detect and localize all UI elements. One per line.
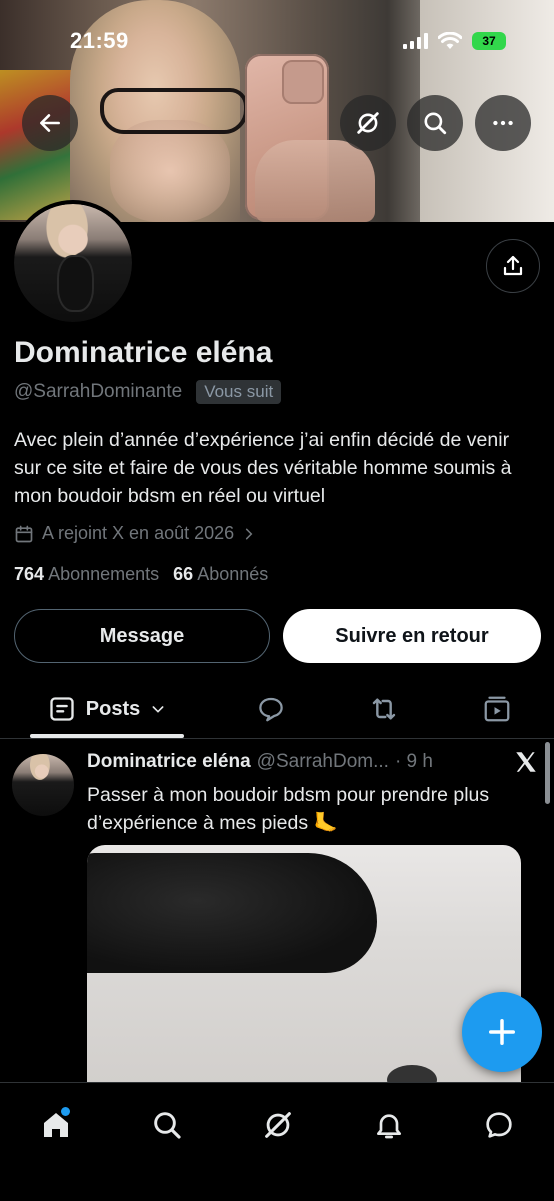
search-icon <box>424 112 447 135</box>
grok-icon <box>357 112 379 134</box>
bell-icon <box>377 1114 401 1139</box>
grok-icon <box>265 1112 291 1138</box>
battery-level: 37 <box>482 34 496 48</box>
calendar-icon <box>15 525 33 542</box>
bottom-navigation <box>0 1082 554 1201</box>
media-dark-object <box>87 853 377 973</box>
follows-you-badge: Vous suit <box>196 380 282 404</box>
avatar-image <box>14 204 132 322</box>
profile-display-name: Dominatrice eléna <box>14 336 273 369</box>
post-author-handle: @SarrahDom... <box>256 751 389 772</box>
signal-icon <box>403 33 428 49</box>
tab-posts-label: Posts <box>85 697 141 720</box>
scrollbar[interactable] <box>545 742 550 804</box>
followers-stat[interactable]: 66 Abonnés <box>173 564 268 585</box>
tab-media[interactable] <box>470 680 524 738</box>
joined-text: A rejoint X en août 2026 <box>42 523 235 543</box>
follow-back-button[interactable]: Suivre en retour <box>283 609 541 663</box>
post-time: · 9 h <box>394 751 433 772</box>
profile-tabs: Posts <box>0 680 554 739</box>
more-button[interactable] <box>475 95 531 151</box>
search-button[interactable] <box>407 95 463 151</box>
profile-avatar[interactable] <box>10 200 136 326</box>
status-bar: 21:59 37 <box>0 28 554 58</box>
plus-icon <box>489 1019 515 1045</box>
followers-count: 66 <box>173 564 194 584</box>
nav-messages[interactable] <box>471 1097 527 1153</box>
followers-label: Abonnés <box>197 564 269 584</box>
post-text: Passer à mon boudoir bdsm pour prendre p… <box>87 784 490 834</box>
x-logo-icon <box>513 749 539 780</box>
follow-stats: 764 Abonnements 66 Abonnés <box>14 564 268 585</box>
grok-button[interactable] <box>340 95 396 151</box>
back-button[interactable] <box>22 95 78 151</box>
search-icon <box>154 1112 181 1139</box>
following-label: Abonnements <box>48 564 160 584</box>
handle-row: @SarrahDominante Vous suit <box>14 380 282 404</box>
reply-icon <box>259 697 283 722</box>
following-count: 764 <box>14 564 45 584</box>
status-icons: 37 <box>403 32 506 50</box>
banner-hand <box>255 140 375 222</box>
tab-active-indicator <box>30 734 184 738</box>
tab-reposts[interactable] <box>357 680 411 738</box>
tab-replies[interactable] <box>244 680 298 738</box>
post-header: Dominatrice eléna @SarrahDom... · 9 h <box>87 751 433 773</box>
chevron-down-icon <box>152 706 164 713</box>
repost-icon <box>372 698 396 720</box>
more-icon <box>493 120 513 126</box>
banner-phone-camera <box>282 60 324 104</box>
post-media-image[interactable] <box>87 845 521 1085</box>
post-author-name[interactable]: Dominatrice eléna <box>87 751 251 773</box>
video-icon <box>484 696 510 722</box>
arrow-left-icon <box>40 114 60 132</box>
following-stat[interactable]: 764 Abonnements <box>14 564 159 585</box>
joined-date[interactable]: A rejoint X en août 2026 <box>14 523 256 544</box>
profile-bio: Avec plein d’année d’expérience j’ai enf… <box>14 429 512 507</box>
share-icon <box>503 255 523 276</box>
banner-face <box>110 120 230 222</box>
status-time: 21:59 <box>70 28 129 53</box>
posts-icon <box>50 697 74 721</box>
tab-posts[interactable]: Posts <box>30 680 184 738</box>
message-button[interactable]: Message <box>14 609 270 663</box>
battery-icon: 37 <box>472 32 506 50</box>
profile-handle: @SarrahDominante <box>14 381 183 402</box>
wifi-icon <box>438 32 462 49</box>
nav-search[interactable] <box>139 1097 195 1153</box>
banner-glasses <box>100 88 248 134</box>
compose-button[interactable] <box>462 992 542 1072</box>
nav-home[interactable] <box>28 1097 84 1153</box>
share-button[interactable] <box>486 239 540 293</box>
notification-dot <box>61 1107 70 1116</box>
post-avatar[interactable] <box>12 754 74 816</box>
nav-notifications[interactable] <box>361 1097 417 1153</box>
chevron-right-icon <box>246 528 253 539</box>
nav-grok[interactable] <box>250 1097 306 1153</box>
message-icon <box>486 1112 512 1138</box>
